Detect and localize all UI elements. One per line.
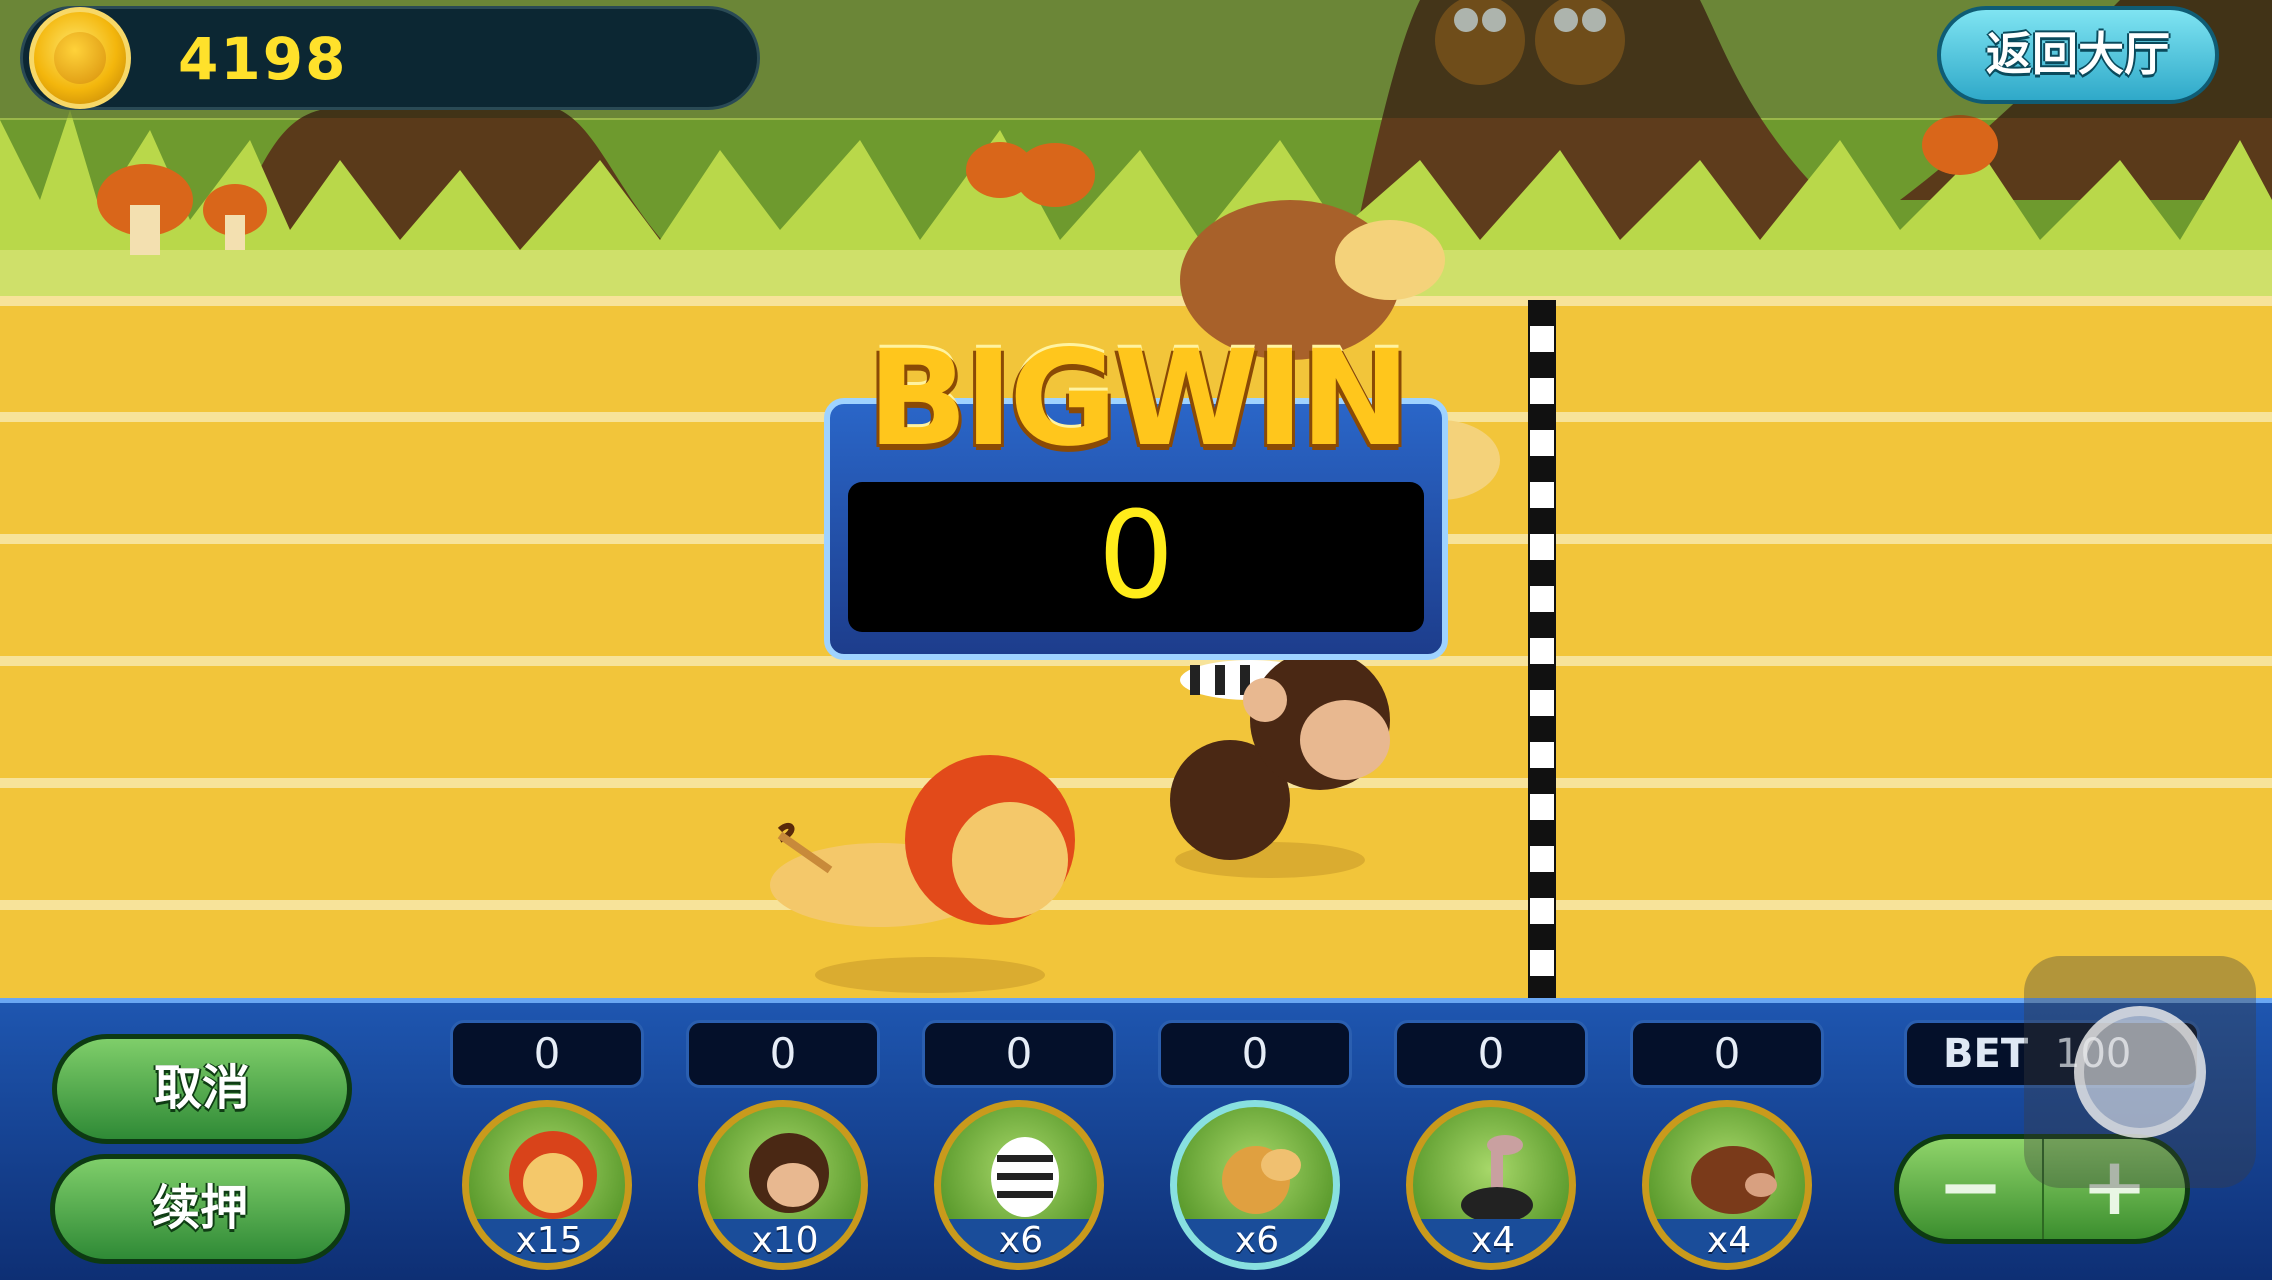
lion-racer (770, 755, 1075, 993)
bet-slot-zebra[interactable]: x6 (934, 1100, 1104, 1270)
bet-slot-boar[interactable]: x4 (1642, 1100, 1812, 1270)
bet-slot-lion[interactable]: x15 (462, 1100, 632, 1270)
assistive-touch-knob (2074, 1006, 2206, 1138)
bigwin-amount-panel: 0 (848, 482, 1424, 632)
monkey-icon (749, 1133, 829, 1213)
bet-count-zebra: 0 (922, 1020, 1116, 1088)
bet-slot-camel[interactable]: x6 (1170, 1100, 1340, 1270)
bet-count-boar: 0 (1630, 1020, 1824, 1088)
bet-count-lion: 0 (450, 1020, 644, 1088)
bet-count-ostrich: 0 (1394, 1020, 1588, 1088)
boar-icon (1691, 1146, 1777, 1214)
gold-coin-icon (29, 7, 131, 109)
decrease-bet-button[interactable]: − (1899, 1139, 2042, 1239)
multiplier-ostrich: x4 (1470, 1220, 1516, 1261)
zebra-icon (991, 1137, 1059, 1217)
coin-balance-panel: 4198 (20, 6, 760, 110)
multiplier-monkey: x10 (751, 1220, 819, 1261)
multiplier-boar: x4 (1706, 1220, 1752, 1261)
multiplier-lion: x15 (515, 1220, 583, 1261)
lion-icon (509, 1131, 597, 1219)
assistive-touch-button[interactable] (2024, 956, 2256, 1188)
bet-slot-monkey[interactable]: x10 (698, 1100, 868, 1270)
bet-label: BET (1943, 1031, 2029, 1077)
cancel-button[interactable]: 取消 (52, 1034, 352, 1144)
bigwin-amount: 0 (1097, 487, 1175, 626)
rebet-button[interactable]: 续押 (50, 1154, 350, 1264)
multiplier-camel: x6 (1234, 1220, 1280, 1261)
bet-count-camel: 0 (1158, 1020, 1352, 1088)
return-to-lobby-button[interactable]: 返回大厅 (1937, 6, 2219, 104)
bet-slot-ostrich[interactable]: x4 (1406, 1100, 1576, 1270)
ostrich-icon (1461, 1135, 1533, 1221)
bigwin-title: BIGWIN (867, 322, 1410, 476)
multiplier-zebra: x6 (998, 1220, 1044, 1261)
bet-count-monkey: 0 (686, 1020, 880, 1088)
coin-balance-value: 4198 (178, 25, 348, 93)
camel-icon (1222, 1146, 1301, 1214)
game-scene: 4198 返回大厅 0 BIGWIN 取消 续押 0 x15 0 x10 0 x… (0, 0, 2272, 1280)
